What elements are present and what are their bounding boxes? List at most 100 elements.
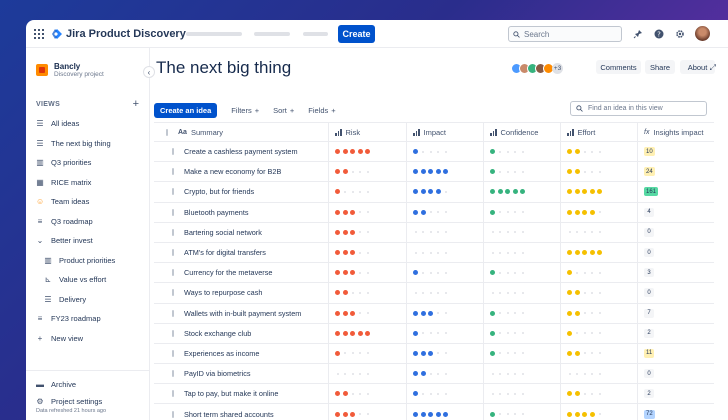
table-row[interactable]: Ways to repurpose cash 0 xyxy=(154,283,714,304)
fields-button[interactable]: Fields + xyxy=(308,106,335,115)
risk-cell[interactable] xyxy=(328,202,406,222)
help-icon[interactable]: ? xyxy=(653,28,664,39)
risk-cell[interactable] xyxy=(328,142,406,162)
confidence-cell[interactable] xyxy=(483,242,560,263)
collapse-sidebar-chevron-left-icon[interactable]: ‹ xyxy=(143,66,155,78)
sidebar-item-better-invest[interactable]: ⌄ Better invest xyxy=(26,231,149,251)
confidence-cell[interactable] xyxy=(483,222,560,242)
risk-cell[interactable] xyxy=(328,323,406,343)
impact-cell[interactable] xyxy=(406,182,483,202)
effort-cell[interactable] xyxy=(560,222,637,242)
sidebar-item-fy23-roadmap[interactable]: ≡ FY23 roadmap xyxy=(26,309,149,329)
risk-cell[interactable] xyxy=(328,222,406,242)
insights-impact-cell[interactable]: 3 xyxy=(637,263,714,283)
nav-item-placeholder[interactable] xyxy=(254,32,290,36)
effort-cell[interactable] xyxy=(560,303,637,323)
insights-impact-cell[interactable]: 2 xyxy=(637,323,714,343)
impact-cell[interactable] xyxy=(406,364,483,384)
table-row[interactable]: Tap to pay, but make it online 2 xyxy=(154,384,714,405)
confidence-cell[interactable] xyxy=(483,364,560,384)
risk-cell[interactable] xyxy=(328,283,406,303)
filters-button[interactable]: Filters + xyxy=(231,106,259,115)
find-idea-input[interactable]: Find an idea in this view xyxy=(570,101,707,116)
sidebar-item-all-ideas[interactable]: ☰ All ideas xyxy=(26,114,149,134)
sidebar-item-team-ideas[interactable]: ☺ Team ideas xyxy=(26,192,149,212)
insights-impact-cell[interactable]: 2 xyxy=(637,384,714,404)
impact-cell[interactable] xyxy=(406,222,483,242)
impact-cell[interactable] xyxy=(406,323,483,343)
risk-cell[interactable] xyxy=(328,364,406,384)
effort-cell[interactable] xyxy=(560,404,637,420)
insights-impact-cell[interactable]: 7 xyxy=(637,303,714,323)
impact-cell[interactable] xyxy=(406,162,483,182)
summary-cell[interactable]: ATM's for digital transfers xyxy=(168,243,328,262)
product-name[interactable]: Jira Product Discovery xyxy=(66,28,186,40)
risk-cell[interactable] xyxy=(328,404,406,420)
sidebar-item-the-next-big-thing[interactable]: ☰ The next big thing xyxy=(26,134,149,154)
nav-item-placeholder[interactable] xyxy=(303,32,328,36)
risk-cell[interactable] xyxy=(328,263,406,283)
add-view-plus-icon[interactable]: + xyxy=(133,98,139,110)
collaborator-avatars[interactable]: +3 xyxy=(511,63,563,74)
insights-impact-cell[interactable]: 0 xyxy=(637,364,714,384)
app-switcher-icon[interactable] xyxy=(34,28,44,39)
sidebar-item-q3-roadmap[interactable]: ≡ Q3 roadmap xyxy=(26,212,149,232)
confidence-cell[interactable] xyxy=(483,142,560,162)
table-row[interactable]: Bartering social network 0 xyxy=(154,222,714,243)
global-search-input[interactable]: Search xyxy=(508,26,622,42)
impact-cell[interactable] xyxy=(406,202,483,222)
summary-cell[interactable]: Tap to pay, but make it online xyxy=(168,384,328,403)
effort-cell[interactable] xyxy=(560,142,637,162)
risk-cell[interactable] xyxy=(328,343,406,364)
confidence-cell[interactable] xyxy=(483,162,560,182)
impact-cell[interactable] xyxy=(406,384,483,404)
column-header-summary[interactable]: Aa Summary xyxy=(168,123,328,141)
impact-cell[interactable] xyxy=(406,303,483,323)
effort-cell[interactable] xyxy=(560,323,637,343)
create-idea-button[interactable]: Create an idea xyxy=(154,103,218,118)
table-row[interactable]: Create a cashless payment system 10 xyxy=(154,142,714,163)
column-header-effort[interactable]: Effort xyxy=(560,123,637,141)
column-header-risk[interactable]: Risk xyxy=(328,123,406,141)
effort-cell[interactable] xyxy=(560,263,637,283)
risk-cell[interactable] xyxy=(328,384,406,404)
summary-cell[interactable]: Bartering social network xyxy=(168,223,328,242)
insights-impact-cell[interactable]: 0 xyxy=(637,222,714,242)
column-header-insights-impact[interactable]: fx Insights impact xyxy=(637,123,714,141)
summary-cell[interactable]: Experiences as income xyxy=(168,344,328,363)
insights-impact-cell[interactable]: 10 xyxy=(637,142,714,162)
table-row[interactable]: Currency for the metaverse 3 xyxy=(154,263,714,284)
sidebar-item-project-settings[interactable]: ⚙ Project settings xyxy=(26,394,149,406)
risk-cell[interactable] xyxy=(328,182,406,202)
summary-cell[interactable]: Create a cashless payment system xyxy=(168,142,328,161)
insights-impact-cell[interactable]: 0 xyxy=(637,283,714,303)
summary-cell[interactable]: Ways to repurpose cash xyxy=(168,283,328,302)
nav-item-placeholder[interactable] xyxy=(186,32,242,36)
insights-impact-cell[interactable]: 11 xyxy=(637,343,714,364)
insights-impact-cell[interactable]: 72 xyxy=(637,404,714,420)
impact-cell[interactable] xyxy=(406,343,483,364)
sort-button[interactable]: Sort + xyxy=(273,106,294,115)
effort-cell[interactable] xyxy=(560,242,637,263)
impact-cell[interactable] xyxy=(406,142,483,162)
impact-cell[interactable] xyxy=(406,242,483,263)
summary-cell[interactable]: Wallets with in-built payment system xyxy=(168,304,328,323)
sidebar-item-product-priorities[interactable]: ▥ Product priorities xyxy=(26,251,149,271)
project-header[interactable]: Bancly Discovery project ‹ xyxy=(26,48,155,88)
effort-cell[interactable] xyxy=(560,202,637,222)
confidence-cell[interactable] xyxy=(483,343,560,364)
table-row[interactable]: Stock exchange club 2 xyxy=(154,323,714,344)
fullscreen-expand-icon[interactable]: ⤢ xyxy=(710,63,716,73)
table-row[interactable]: Crypto, but for friends 161 xyxy=(154,182,714,203)
table-row[interactable]: Bluetooth payments 4 xyxy=(154,202,714,223)
summary-cell[interactable]: Bluetooth payments xyxy=(168,203,328,222)
comments-button[interactable]: Comments xyxy=(596,60,641,74)
sidebar-item-archive[interactable]: ▬ Archive xyxy=(26,375,149,395)
insights-impact-cell[interactable]: 161 xyxy=(637,182,714,202)
effort-cell[interactable] xyxy=(560,384,637,404)
summary-cell[interactable]: PayID via biometrics xyxy=(168,364,328,383)
impact-cell[interactable] xyxy=(406,404,483,420)
user-avatar[interactable] xyxy=(695,26,710,41)
effort-cell[interactable] xyxy=(560,162,637,182)
summary-cell[interactable]: Short term shared accounts xyxy=(168,404,328,420)
